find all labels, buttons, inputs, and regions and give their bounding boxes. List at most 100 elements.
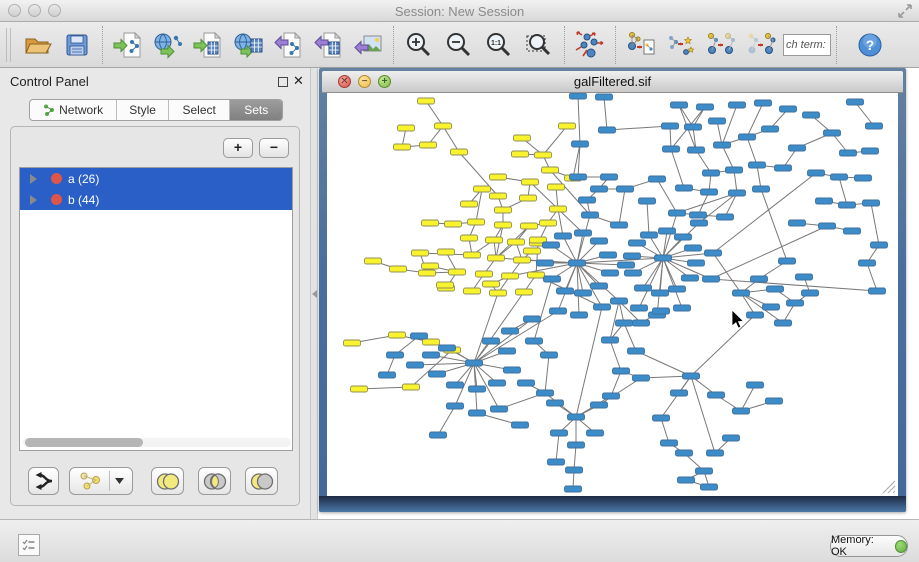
graph-node[interactable] <box>551 430 568 436</box>
graph-node[interactable] <box>766 398 783 404</box>
graph-node[interactable] <box>603 393 620 399</box>
graph-edge[interactable] <box>443 126 459 152</box>
graph-node[interactable] <box>616 320 633 326</box>
graph-node[interactable] <box>483 338 500 344</box>
graph-edge[interactable] <box>599 378 641 405</box>
graph-node[interactable] <box>641 232 658 238</box>
graph-node[interactable] <box>729 102 746 108</box>
resize-grip-icon[interactable] <box>883 481 895 493</box>
graph-node[interactable] <box>653 308 670 314</box>
graph-node[interactable] <box>751 276 768 282</box>
export-table-button[interactable] <box>308 25 348 65</box>
graph-node[interactable] <box>575 290 592 296</box>
graph-node[interactable] <box>490 290 507 296</box>
graph-node[interactable] <box>575 230 592 236</box>
zoom-in-button[interactable] <box>399 25 439 65</box>
graph-node[interactable] <box>568 442 585 448</box>
horizontal-scrollbar[interactable] <box>23 438 291 447</box>
graph-node[interactable] <box>439 345 456 351</box>
zoom-actual-button[interactable]: 1:1 <box>479 25 519 65</box>
graph-node[interactable] <box>871 242 888 248</box>
graph-node[interactable] <box>844 228 861 234</box>
graph-node[interactable] <box>602 337 619 343</box>
graph-node[interactable] <box>613 368 630 374</box>
graph-node[interactable] <box>461 235 478 241</box>
graph-edge[interactable] <box>691 315 755 376</box>
remove-set-button[interactable]: − <box>259 138 289 158</box>
graph-node[interactable] <box>690 212 707 218</box>
graph-node[interactable] <box>423 339 440 345</box>
graph-node[interactable] <box>520 195 537 201</box>
graph-node[interactable] <box>682 275 699 281</box>
graph-node[interactable] <box>548 459 565 465</box>
graph-node[interactable] <box>524 248 541 254</box>
tab-style[interactable]: Style <box>117 100 169 120</box>
graph-node[interactable] <box>569 260 586 266</box>
graph-node[interactable] <box>438 249 455 255</box>
graph-node[interactable] <box>559 123 576 129</box>
export-image-button[interactable] <box>348 25 388 65</box>
graph-edge[interactable] <box>619 189 625 225</box>
graph-node[interactable] <box>625 270 642 276</box>
graph-edge[interactable] <box>657 179 677 213</box>
graph-node[interactable] <box>767 286 784 292</box>
graph-edge[interactable] <box>543 126 567 155</box>
graph-node[interactable] <box>502 328 519 334</box>
graph-node[interactable] <box>499 348 516 354</box>
graph-node[interactable] <box>683 373 700 379</box>
expand-triangle-icon[interactable] <box>30 195 37 205</box>
graph-node[interactable] <box>476 271 493 277</box>
graph-node[interactable] <box>661 440 678 446</box>
graph-node[interactable] <box>685 124 702 130</box>
graph-node[interactable] <box>591 238 608 244</box>
graph-node[interactable] <box>599 127 616 133</box>
graph-node[interactable] <box>365 258 382 264</box>
graph-edge[interactable] <box>747 137 757 165</box>
graph-node[interactable] <box>639 198 656 204</box>
graph-node[interactable] <box>351 386 368 392</box>
import-table-file-button[interactable] <box>188 25 228 65</box>
graph-node[interactable] <box>714 142 731 148</box>
graph-node[interactable] <box>537 390 554 396</box>
graph-node[interactable] <box>420 142 437 148</box>
graph-node[interactable] <box>407 362 424 368</box>
graph-node[interactable] <box>547 400 564 406</box>
graph-node[interactable] <box>803 112 820 118</box>
graph-node[interactable] <box>579 197 596 203</box>
graph-node[interactable] <box>544 276 561 282</box>
graph-edge[interactable] <box>647 201 649 235</box>
graph-node[interactable] <box>535 152 552 158</box>
graph-edge[interactable] <box>604 97 607 130</box>
graph-node[interactable] <box>855 175 872 181</box>
set-row[interactable]: a (26) <box>20 168 292 189</box>
graph-node[interactable] <box>726 167 743 173</box>
graph-node[interactable] <box>550 308 567 314</box>
graph-node[interactable] <box>447 403 464 409</box>
graph-node[interactable] <box>674 305 691 311</box>
graph-node[interactable] <box>701 484 718 490</box>
graph-node[interactable] <box>548 184 565 190</box>
hide-selection-button[interactable] <box>741 25 781 65</box>
graph-node[interactable] <box>862 148 879 154</box>
graph-node[interactable] <box>504 367 521 373</box>
graph-node[interactable] <box>469 386 486 392</box>
task-history-button[interactable] <box>18 534 40 556</box>
graph-node[interactable] <box>488 255 505 261</box>
graph-node[interactable] <box>591 186 608 192</box>
graph-node[interactable] <box>780 106 797 112</box>
graph-edge[interactable] <box>722 105 737 145</box>
graph-node[interactable] <box>739 134 756 140</box>
save-session-button[interactable] <box>57 25 97 65</box>
graph-edge[interactable] <box>722 145 734 170</box>
set-operations-combo-button[interactable] <box>69 467 133 495</box>
memory-status-button[interactable]: Memory: OK <box>830 535 908 557</box>
close-panel-icon[interactable]: ✕ <box>293 73 304 89</box>
graph-node[interactable] <box>394 144 411 150</box>
zoom-out-button[interactable] <box>439 25 479 65</box>
graph-node[interactable] <box>411 333 428 339</box>
first-neighbors-button[interactable] <box>661 25 701 65</box>
graph-node[interactable] <box>403 384 420 390</box>
graph-edge[interactable] <box>713 173 816 253</box>
toolbar-grip[interactable] <box>6 28 11 62</box>
tab-select[interactable]: Select <box>169 100 231 120</box>
